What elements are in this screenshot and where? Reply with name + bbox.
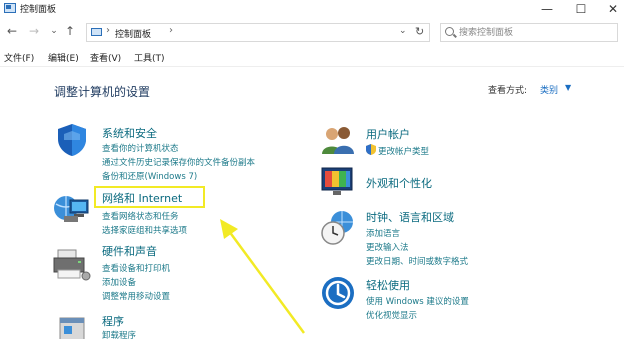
maximize-button[interactable]: ☐ [564,0,598,18]
back-button[interactable]: ← [4,23,20,39]
user-accounts-icon [322,127,354,154]
navigation-bar: ← → ⌄ ↑ › 控制面板 › ⌄ ↻ [0,20,624,44]
programs-icon [59,317,85,339]
breadcrumb-separator[interactable]: › [106,25,110,36]
link-file-history[interactable]: 通过文件历史记录保存你的文件备份副本 [102,156,255,168]
category-hardware-sound[interactable]: 硬件和声音 [102,243,157,259]
forward-button[interactable]: → [26,23,42,39]
uac-shield-icon [366,144,376,155]
link-add-language[interactable]: 添加语言 [366,227,400,239]
link-recommended-settings[interactable]: 使用 Windows 建议的设置 [366,295,469,307]
search-box[interactable] [440,23,618,42]
link-date-time-format[interactable]: 更改日期、时间或数字格式 [366,255,468,267]
link-change-account-type[interactable]: 更改帐户类型 [378,145,429,157]
menu-bar: 文件(F) 编辑(E) 查看(V) 工具(T) [0,48,624,66]
control-panel-icon [91,28,102,36]
clock-globe-icon [321,211,353,245]
breadcrumb-separator[interactable]: › [169,25,173,36]
view-by-dropdown[interactable]: 类别 [540,83,558,96]
divider [0,66,624,67]
menu-view[interactable]: 查看(V) [90,51,121,64]
page-title: 调整计算机的设置 [54,85,151,99]
up-button[interactable]: ↑ [62,23,78,39]
link-change-input-method[interactable]: 更改输入法 [366,241,409,253]
control-panel-icon [4,3,16,13]
breadcrumb[interactable]: 控制面板 [115,27,151,40]
link-optimize-visual-display[interactable]: 优化视觉显示 [366,309,417,321]
link-uninstall-program[interactable]: 卸载程序 [102,329,136,339]
menu-tools[interactable]: 工具(T) [134,51,165,64]
category-network-internet[interactable]: 网络和 Internet [102,190,182,206]
chevron-down-icon[interactable]: ▼ [565,83,571,92]
address-bar[interactable]: › 控制面板 › ⌄ ↻ [86,23,430,42]
title-bar: 控制面板 — ☐ ✕ [0,0,624,18]
printer-icon [53,249,91,281]
refresh-icon[interactable]: ↻ [415,25,424,38]
recent-locations-button[interactable]: ⌄ [46,23,62,39]
link-add-device[interactable]: 添加设备 [102,276,136,288]
category-system-security[interactable]: 系统和安全 [102,125,157,141]
ease-of-access-icon [322,277,354,309]
shield-icon [58,124,86,156]
category-clock-language-region[interactable]: 时钟、语言和区域 [366,209,454,225]
search-input[interactable] [459,26,609,39]
category-appearance[interactable]: 外观和个性化 [366,175,432,191]
category-programs[interactable]: 程序 [102,313,124,329]
network-icon [54,196,89,222]
category-ease-of-access[interactable]: 轻松使用 [366,277,410,293]
view-by-label: 查看方式: [488,86,528,96]
close-button[interactable]: ✕ [596,0,624,18]
menu-edit[interactable]: 编辑(E) [48,51,79,64]
window-title: 控制面板 [20,5,57,15]
annotation-arrow [220,219,306,334]
appearance-icon [321,167,353,195]
category-user-accounts[interactable]: 用户帐户 [366,126,410,142]
link-mobility-settings[interactable]: 调整常用移动设置 [102,290,170,302]
link-backup-restore[interactable]: 备份和还原(Windows 7) [102,170,197,182]
search-icon [445,27,454,36]
link-view-computer-status[interactable]: 查看你的计算机状态 [102,142,179,154]
minimize-button[interactable]: — [530,0,564,18]
menu-file[interactable]: 文件(F) [4,51,34,64]
link-network-status[interactable]: 查看网络状态和任务 [102,210,179,222]
address-dropdown-icon[interactable]: ⌄ [399,26,407,36]
link-devices-printers[interactable]: 查看设备和打印机 [102,262,170,274]
link-homegroup-sharing[interactable]: 选择家庭组和共享选项 [102,224,187,236]
